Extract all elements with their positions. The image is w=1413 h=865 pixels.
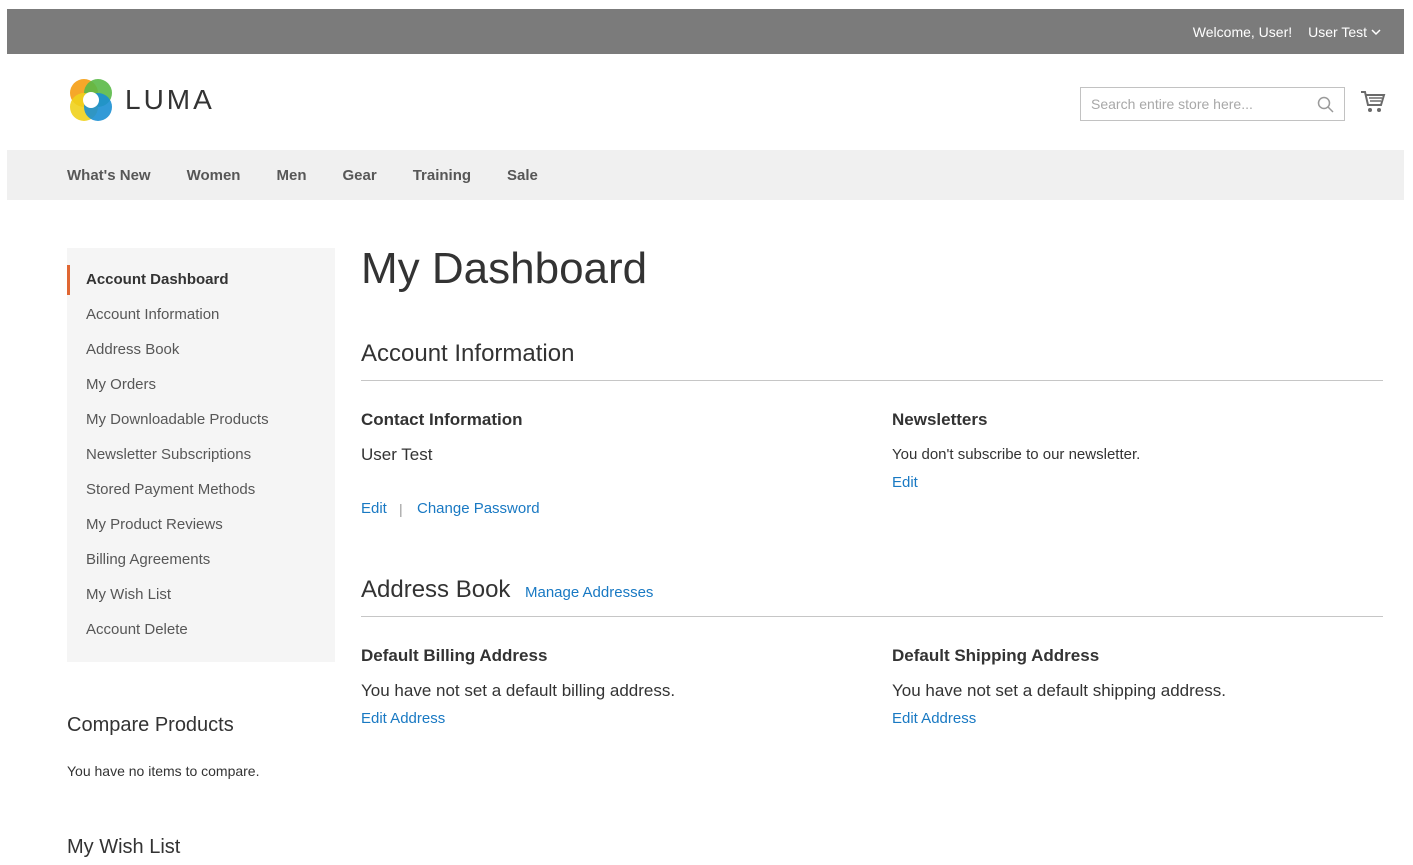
sidebar-item-stored-payment-methods[interactable]: Stored Payment Methods — [67, 475, 335, 510]
change-password-link[interactable]: Change Password — [417, 500, 540, 517]
sidebar-item-account-information[interactable]: Account Information — [67, 300, 335, 335]
newsletters-title: Newsletters — [892, 410, 988, 429]
account-menu-toggle[interactable]: User Test — [1308, 24, 1382, 40]
edit-shipping-address-link[interactable]: Edit Address — [892, 710, 976, 727]
account-name: User Test — [1308, 23, 1367, 40]
sidebar-item-my-orders[interactable]: My Orders — [67, 370, 335, 405]
default-shipping-address-title: Default Shipping Address — [892, 646, 1100, 665]
nav-item-gear[interactable]: Gear — [342, 167, 376, 184]
sidebar-item-account-delete[interactable]: Account Delete — [67, 615, 335, 650]
edit-billing-address-link[interactable]: Edit Address — [361, 710, 445, 727]
nav-item-men[interactable]: Men — [276, 167, 306, 184]
store-logo[interactable]: LUMA — [67, 76, 215, 124]
sidebar-item-account-dashboard[interactable]: Account Dashboard — [67, 265, 335, 300]
page-title: My Dashboard — [361, 244, 648, 293]
sidebar-item-address-book[interactable]: Address Book — [67, 335, 335, 370]
luma-logo-icon — [70, 79, 112, 121]
cart-icon[interactable] — [1360, 88, 1386, 116]
contact-name: User Test — [361, 445, 433, 464]
newsletter-status-text: You don't subscribe to our newsletter. — [892, 446, 1141, 463]
sidebar-item-billing-agreements[interactable]: Billing Agreements — [67, 545, 335, 580]
wish-list-title: My Wish List — [67, 836, 181, 858]
sidebar-item-wish-list[interactable]: My Wish List — [67, 580, 335, 615]
edit-newsletter-link[interactable]: Edit — [892, 474, 918, 491]
account-sidebar: Account Dashboard Account Information Ad… — [67, 248, 335, 662]
nav-item-training[interactable]: Training — [413, 167, 471, 184]
chevron-down-icon — [1371, 28, 1381, 35]
edit-contact-link[interactable]: Edit — [361, 500, 387, 517]
search-icon[interactable] — [1317, 96, 1334, 113]
manage-addresses-link[interactable]: Manage Addresses — [525, 584, 653, 601]
compare-products-empty-text: You have no items to compare. — [67, 763, 260, 779]
account-information-section-title: Account Information — [361, 340, 575, 367]
contact-information-title: Contact Information — [361, 410, 523, 429]
nav-item-women[interactable]: Women — [187, 167, 241, 184]
sidebar-item-product-reviews[interactable]: My Product Reviews — [67, 510, 335, 545]
sidebar-item-downloadable-products[interactable]: My Downloadable Products — [67, 405, 335, 440]
sidebar-item-newsletter-subscriptions[interactable]: Newsletter Subscriptions — [67, 440, 335, 475]
top-bar: Welcome, User! User Test — [7, 9, 1404, 54]
nav-item-sale[interactable]: Sale — [507, 167, 538, 184]
search-box — [1080, 87, 1345, 121]
search-input[interactable] — [1081, 88, 1344, 120]
nav-item-whats-new[interactable]: What's New — [67, 167, 151, 184]
address-book-divider — [361, 616, 1383, 617]
default-billing-address-title: Default Billing Address — [361, 646, 548, 665]
shipping-address-text: You have not set a default shipping addr… — [892, 681, 1226, 700]
main-navigation: What's New Women Men Gear Training Sale — [7, 150, 1404, 200]
billing-address-text: You have not set a default billing addre… — [361, 681, 676, 700]
address-book-section-title: Address Book — [361, 576, 511, 603]
welcome-message: Welcome, User! — [1192, 23, 1293, 40]
compare-products-title: Compare Products — [67, 714, 234, 736]
link-separator: | — [399, 501, 403, 517]
account-information-divider — [361, 380, 1383, 381]
logo-text: LUMA — [125, 84, 215, 115]
